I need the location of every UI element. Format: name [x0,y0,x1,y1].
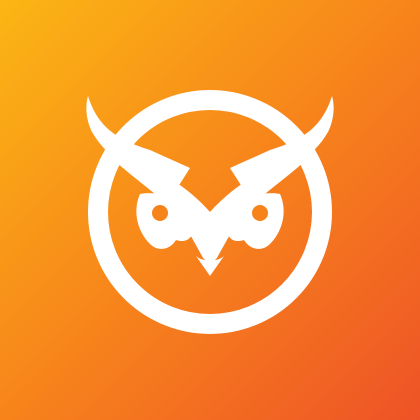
left-pupil [152,205,168,221]
right-pupil [252,205,268,221]
gradient-background [0,0,420,420]
app-icon [0,0,420,420]
owl-logo-svg [0,0,420,420]
